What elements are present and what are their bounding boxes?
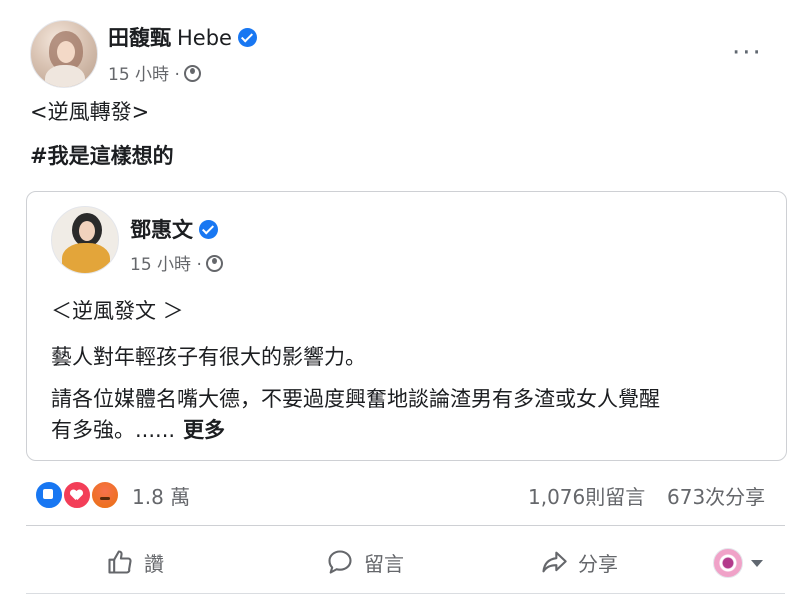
share-count[interactable]: 673次分享 (667, 481, 765, 510)
like-button[interactable]: 讚 (106, 542, 164, 582)
divider (26, 525, 785, 526)
love-reaction-icon (62, 480, 92, 510)
comment-count[interactable]: 1,076則留言 (528, 481, 645, 510)
like-reaction-icon (34, 480, 64, 510)
shared-author-avatar[interactable] (51, 206, 119, 274)
meta-separator: · (174, 65, 180, 85)
shared-text-line: 請各位媒體名嘴大德，不要過度興奮地談論渣男有多渣或女人覺醒 (51, 387, 660, 411)
verified-icon (199, 220, 218, 239)
post-meta: 15 小時 · (108, 60, 201, 85)
author-name-latin[interactable]: Hebe (177, 26, 232, 50)
audience-reaction-selector[interactable] (713, 548, 763, 578)
globe-icon (183, 65, 201, 82)
post-time[interactable]: 15 小時 (108, 65, 169, 85)
shared-author-name[interactable]: 鄧惠文 (130, 214, 218, 244)
shared-text-line-last: 有多強。...... 更多 (51, 414, 225, 444)
author-name[interactable]: 田馥甄 Hebe (108, 22, 257, 52)
divider (26, 593, 785, 594)
post-text-line: <逆風轉發> (30, 100, 150, 124)
like-label[interactable]: 讚 (144, 548, 164, 577)
shared-text-ellipsis: 有多強。...... (51, 418, 176, 442)
angry-reaction-icon (90, 480, 120, 510)
profile-reaction-icon (713, 548, 743, 578)
chevron-down-icon (751, 559, 763, 567)
shared-author-name-text[interactable]: 鄧惠文 (130, 218, 193, 242)
more-options-button[interactable]: ··· (732, 38, 763, 68)
shared-text-line: 藝人對年輕孩子有很大的影響力。 (51, 345, 366, 369)
post-hashtag[interactable]: #我是這樣想的 (30, 140, 174, 170)
comment-button[interactable]: 留言 (326, 542, 404, 582)
author-name-text[interactable]: 田馥甄 (108, 26, 171, 50)
share-button[interactable]: 分享 (540, 542, 618, 582)
meta-separator: · (196, 255, 202, 275)
comment-bubble-icon (328, 550, 352, 574)
globe-icon (205, 255, 223, 272)
verified-icon (237, 28, 257, 47)
comment-label[interactable]: 留言 (364, 548, 404, 577)
reaction-icons[interactable] (34, 480, 134, 510)
thumbs-up-icon (108, 550, 132, 574)
shared-text-line: ＜逆風發文 ＞ (51, 299, 184, 323)
shared-post-time[interactable]: 15 小時 (130, 255, 191, 275)
author-avatar[interactable] (30, 20, 98, 88)
see-more-link[interactable]: 更多 (183, 418, 225, 442)
shared-post-meta: 15 小時 · (130, 250, 223, 275)
share-arrow-icon (542, 551, 567, 573)
reaction-count[interactable]: 1.8 萬 (132, 481, 190, 510)
share-label[interactable]: 分享 (578, 548, 618, 577)
